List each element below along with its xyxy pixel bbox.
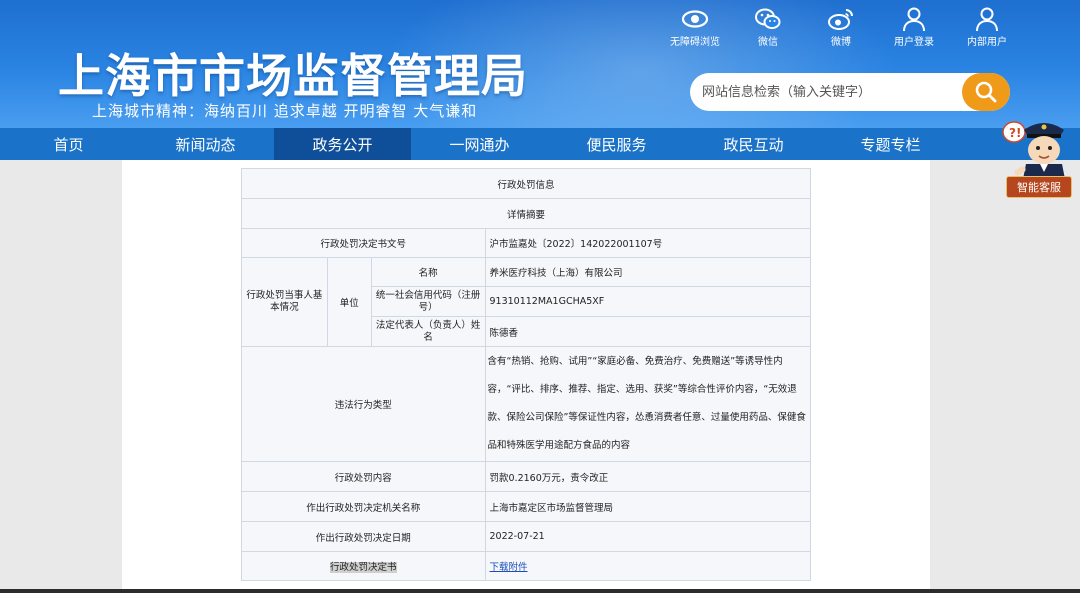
table-subtitle: 详情摘要: [241, 198, 811, 229]
violation-type-value: 含有“热销、抢购、试用”“家庭必备、免费治疗、免费赠送”等诱导性内容，“评比、排…: [484, 346, 811, 462]
top-links: 无障碍浏览 微信 微博 用户登录 内部用户: [660, 6, 1025, 48]
site-title[interactable]: 上海市市场监督管理局: [58, 40, 528, 106]
credit-code-value: 91310112MA1GCHA5XF: [484, 286, 811, 317]
doc-no-label: 行政处罚决定书文号: [241, 228, 486, 258]
city-slogan: 上海城市精神：海纳百川 追求卓越 开明睿智 大气谦和: [92, 102, 478, 120]
penalty-content-value: 罚款0.2160万元，责令改正: [484, 461, 811, 492]
nav-special-topics[interactable]: 专题专栏: [822, 128, 959, 160]
party-label: 行政处罚当事人基本情况: [241, 257, 328, 347]
penalty-content-label: 行政处罚内容: [241, 461, 486, 492]
decision-doc-cell: 下载附件: [484, 551, 811, 581]
svg-text:?!: ?!: [1009, 126, 1021, 140]
content-panel: 行政处罚信息 详情摘要 行政处罚决定书文号 沪市监嘉处〔2022〕1420220…: [122, 160, 930, 593]
name-label: 名称: [370, 257, 486, 287]
accessibility-label: 无障碍浏览: [670, 37, 720, 48]
nav-news[interactable]: 新闻动态: [137, 128, 274, 160]
decision-date-value: 2022-07-21: [484, 521, 811, 552]
decision-doc-label: 行政处罚决定书: [329, 562, 397, 573]
eye-icon: [681, 10, 709, 28]
accessibility-link[interactable]: 无障碍浏览: [660, 6, 730, 48]
nav-one-stop-service[interactable]: 一网通办: [411, 128, 548, 160]
nav-gov-affairs[interactable]: 政务公开: [274, 128, 411, 160]
wechat-link[interactable]: 微信: [733, 6, 803, 48]
site-header: 上海市市场监督管理局 上海城市精神：海纳百川 追求卓越 开明睿智 大气谦和 无障…: [0, 0, 1080, 128]
table-title: 行政处罚信息: [241, 168, 811, 199]
search-button[interactable]: [962, 73, 1010, 111]
wechat-icon: [755, 8, 781, 29]
main-nav: 首页 新闻动态 政务公开 一网通办 便民服务 政民互动 专题专栏: [0, 128, 1080, 160]
nav-public-service[interactable]: 便民服务: [548, 128, 685, 160]
weibo-link[interactable]: 微博: [806, 6, 876, 48]
decision-doc-label-cell: 行政处罚决定书: [241, 551, 486, 581]
user-login-label: 用户登录: [894, 37, 934, 48]
legal-rep-value: 陈德香: [484, 316, 811, 347]
download-attachment-link[interactable]: 下载附件: [490, 562, 528, 573]
authority-value: 上海市嘉定区市场监督管理局: [484, 491, 811, 522]
weibo-icon: [828, 9, 853, 30]
violation-type-label: 违法行为类型: [241, 346, 486, 462]
search-icon: [975, 81, 997, 103]
credit-code-label: 统一社会信用代码（注册号）: [370, 286, 486, 317]
legal-rep-label: 法定代表人（负责人）姓名: [370, 316, 486, 347]
nav-interaction[interactable]: 政民互动: [685, 128, 822, 160]
search-input[interactable]: [702, 82, 957, 102]
internal-user-label: 内部用户: [967, 37, 1007, 48]
user-login-link[interactable]: 用户登录: [879, 6, 949, 48]
wechat-label: 微信: [758, 37, 778, 48]
doc-no-value: 沪市监嘉处〔2022〕142022001107号: [484, 228, 811, 258]
weibo-label: 微博: [831, 37, 851, 48]
internal-user-link[interactable]: 内部用户: [952, 6, 1022, 48]
user-icon: [976, 7, 998, 32]
bottom-strip: [0, 589, 1080, 593]
user-icon: [903, 7, 925, 32]
site-search: [690, 73, 1010, 111]
unit-label: 单位: [326, 257, 372, 347]
decision-date-label: 作出行政处罚决定日期: [241, 521, 486, 552]
penalty-info-table: 行政处罚信息 详情摘要 行政处罚决定书文号 沪市监嘉处〔2022〕1420220…: [241, 168, 811, 581]
nav-home[interactable]: 首页: [0, 128, 137, 160]
authority-label: 作出行政处罚决定机关名称: [241, 491, 486, 522]
name-value: 养米医疗科技（上海）有限公司: [484, 257, 811, 287]
smart-service-button[interactable]: 智能客服: [1006, 176, 1072, 198]
